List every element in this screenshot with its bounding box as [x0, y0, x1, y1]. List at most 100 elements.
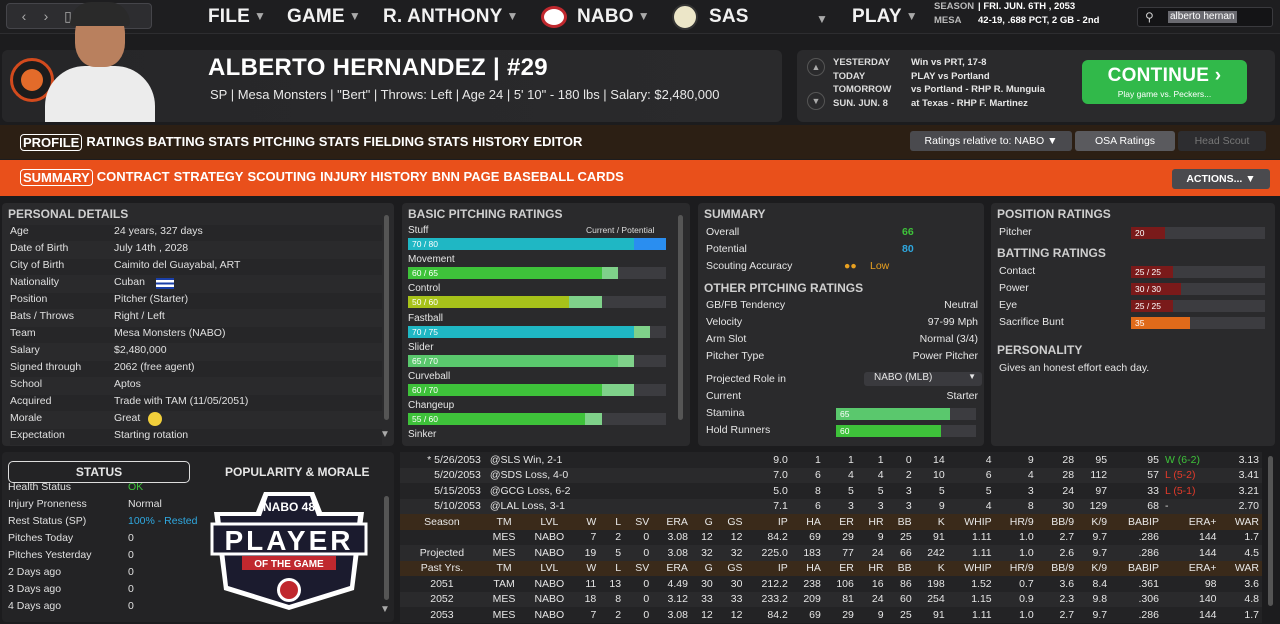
table-cell: 1	[823, 452, 857, 468]
nabo-logo-icon	[541, 6, 567, 28]
table-cell: TM	[483, 514, 525, 530]
table-cell: .286	[1110, 529, 1162, 545]
scrollbar[interactable]	[384, 496, 389, 600]
detail-label: City of Birth	[10, 259, 65, 271]
table-cell: 3.13	[1219, 452, 1262, 468]
scrollbar[interactable]	[384, 215, 389, 420]
game-log-row[interactable]: 5/15/2053 @GCG Loss, 6-2 5.0 8 5 5 3 5 5 3 24 97 33 L…	[400, 483, 1262, 499]
sub-tabs: SUMMARY CONTRACT STRATEGY SCOUTING INJUR…	[0, 160, 1280, 196]
continue-button[interactable]: CONTINUE › Play game vs. Peckers...	[1082, 60, 1247, 104]
season-info: SEASON | FRI. JUN. 6TH , 2053 MESA 42-19, …	[934, 1, 1100, 26]
tab-status[interactable]: STATUS	[8, 461, 190, 483]
table-cell: 9	[914, 498, 948, 514]
detail-label: Nationality	[10, 276, 60, 288]
table-cell: 13	[599, 576, 625, 592]
batting-rating-bar: 25 / 25	[1131, 300, 1265, 312]
role-select[interactable]: NABO (MLB) ▼	[864, 372, 982, 386]
schedule-list: YESTERDAY Win vs PRT, 17-8 TODAY PLAY vs P…	[833, 56, 1045, 110]
tab-ratings[interactable]: RATINGS	[86, 134, 144, 151]
game-log-row[interactable]: 5/10/2053 @LAL Loss, 3-1 7.1 6 3 3 3 9 4 8 30 129 68…	[400, 498, 1262, 514]
actions-menu-button[interactable]: ACTIONS... ▼	[1172, 169, 1270, 189]
pitch-rating-bar: 60 / 70	[408, 384, 666, 396]
table-cell: LVL	[524, 560, 575, 576]
tab-strategy[interactable]: STRATEGY	[174, 169, 244, 186]
tab-contract[interactable]: CONTRACT	[97, 169, 170, 186]
table-cell: 6	[790, 467, 824, 483]
personal-details-panel: PERSONAL DETAILS Age 24 years, 327 days Da…	[2, 203, 394, 446]
table-cell: 3.6	[1036, 576, 1078, 592]
search-input[interactable]: ⚲ alberto hernan	[1137, 7, 1273, 27]
menu-manager[interactable]: R. ANTHONY ▼	[383, 6, 519, 28]
detail-value: Cuban	[114, 276, 145, 288]
tab-profile[interactable]: PROFILE	[20, 134, 83, 151]
back-icon[interactable]: ‹	[17, 8, 31, 24]
scrollbar[interactable]	[1268, 456, 1273, 606]
menu-play[interactable]: PLAY ▼	[852, 6, 918, 28]
detail-value: Aptos	[114, 378, 141, 390]
chevron-down-icon[interactable]: ▼	[807, 92, 825, 110]
tab-batting-stats[interactable]: BATTING STATS	[148, 134, 249, 151]
menu-league[interactable]: NABO ▼	[577, 6, 650, 28]
other-rating-row: Pitcher Type Power Pitcher	[706, 350, 978, 362]
tab-baseball-cards[interactable]: BASEBALL CARDS	[503, 169, 623, 186]
tab-bnn-page[interactable]: BNN PAGE	[432, 169, 500, 186]
tab-popularity-morale[interactable]: POPULARITY & MORALE	[225, 465, 369, 479]
chevron-down-icon[interactable]: ▼	[816, 12, 828, 26]
scrollbar[interactable]	[678, 215, 683, 420]
menu-team[interactable]: SAS	[709, 6, 749, 28]
detail-label: Salary	[10, 344, 40, 356]
table-cell: ERA+	[1161, 560, 1220, 576]
table-cell: 112	[1077, 467, 1111, 483]
table-cell: 95	[1110, 452, 1162, 468]
table-cell: 4	[823, 467, 857, 483]
table-cell: 0.7	[994, 576, 1037, 592]
table-cell: 60	[886, 591, 915, 607]
menu-game[interactable]: GAME ▼	[287, 6, 361, 28]
pitch-rating-bar: 60 / 65	[408, 267, 666, 279]
chevron-down-icon[interactable]: ▼	[380, 604, 390, 615]
tab-scouting[interactable]: SCOUTING	[247, 169, 316, 186]
main-tabs: PROFILE RATINGS BATTING STATS PITCHING S…	[0, 125, 1280, 159]
table-cell: 238	[790, 576, 824, 592]
table-cell: 9.7	[1077, 545, 1111, 561]
chevron-down-icon: ▼	[253, 9, 267, 23]
chevron-down-icon[interactable]: ▼	[380, 429, 390, 440]
detail-row: Bats / Throws Right / Left	[10, 310, 382, 326]
detail-value: Mesa Monsters (NABO)	[114, 327, 226, 339]
detail-row: Acquired Trade with TAM (11/05/2051)	[10, 395, 382, 411]
tab-history[interactable]: HISTORY	[472, 134, 529, 151]
tab-editor[interactable]: EDITOR	[533, 134, 582, 151]
tab-injury-history[interactable]: INJURY HISTORY	[320, 169, 428, 186]
table-row: 2053 MES NABO 7 2 0 3.08 12 12 84.2 69 29 9 25 91 1.11 1…	[400, 607, 1262, 623]
chevron-up-icon[interactable]: ▲	[807, 58, 825, 76]
detail-row: Team Mesa Monsters (NABO)	[10, 327, 382, 343]
table-cell: IP	[745, 560, 791, 576]
table-cell: NABO	[524, 591, 575, 607]
table-cell: 84.2	[745, 529, 791, 545]
ratings-relative-select[interactable]: Ratings relative to: NABO ▼	[910, 131, 1072, 151]
table-row: Season TM LVL W L SV ERA G GS IP HA ER HR BB K WHIP HR/9…	[400, 514, 1262, 530]
panel-title: PERSONAL DETAILS	[8, 207, 129, 221]
game-log-row[interactable]: * 5/26/2053 @SLS Win, 2-1 9.0 1 1 1 0 14 4 9 28 95 9…	[400, 452, 1262, 468]
table-cell: NABO	[524, 607, 575, 623]
table-row: Past Yrs. TM LVL W L SV ERA G GS IP HA ER HR BB K WHIP H…	[400, 560, 1262, 576]
table-cell: @SDS Loss, 4-0	[483, 467, 746, 483]
table-cell: 2053	[400, 607, 484, 623]
table-cell: K/9	[1077, 514, 1111, 530]
table-row: Projected MES NABO 19 5 0 3.08 32 32 225.0 183 77 24…	[400, 545, 1262, 561]
head-scout-button[interactable]: Head Scout	[1178, 131, 1266, 151]
player-photo	[37, 2, 163, 122]
table-cell: HR	[856, 514, 887, 530]
table-cell: 18	[574, 591, 600, 607]
badge-main-text: PLAYER	[224, 525, 353, 556]
menu-file[interactable]: FILE ▼	[208, 6, 266, 28]
chevron-down-icon: ▼	[637, 9, 650, 23]
table-cell: ERA+	[1161, 514, 1220, 530]
table-cell: 2.7	[1036, 607, 1078, 623]
table-cell: 77	[823, 545, 857, 561]
osa-ratings-button[interactable]: OSA Ratings	[1075, 131, 1175, 151]
tab-summary[interactable]: SUMMARY	[20, 169, 93, 186]
tab-fielding-stats[interactable]: FIELDING STATS	[363, 134, 468, 151]
game-log-row[interactable]: 5/20/2053 @SDS Loss, 4-0 7.0 6 4 4 2 10 6 4 28 112 5…	[400, 467, 1262, 483]
tab-pitching-stats[interactable]: PITCHING STATS	[253, 134, 359, 151]
